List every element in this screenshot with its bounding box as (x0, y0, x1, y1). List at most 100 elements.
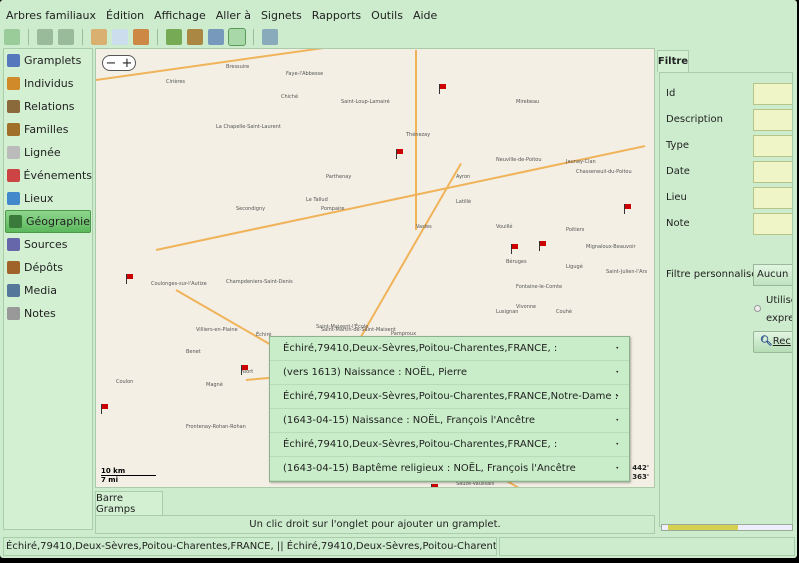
menu-4[interactable]: Signets (261, 9, 302, 22)
context-menu-item[interactable]: (vers 1613) Naissance : NOËL, Pierre (270, 361, 629, 385)
map-coords: 442' 363' (632, 464, 649, 481)
menu-3[interactable]: Aller à (216, 9, 251, 22)
event-marker[interactable] (241, 365, 249, 375)
map-town-label: Saint-Julien-l'Ars (606, 269, 648, 275)
gramplets-icon (7, 54, 20, 67)
menu-2[interactable]: Affichage (154, 9, 206, 22)
sidebar-item-8[interactable]: Sources (4, 233, 92, 256)
map-town-label: Cirières (166, 79, 186, 85)
map-town-label: Jaunay-Clan (566, 159, 596, 165)
merge-icon[interactable] (133, 29, 149, 45)
events-map-icon[interactable] (228, 28, 246, 46)
event-marker[interactable] (431, 484, 439, 487)
map-town-label: Couhé (556, 309, 572, 315)
sidebar-item-label: Media (24, 284, 58, 297)
events-icon (7, 169, 20, 182)
status-bar: Échiré,79410,Deux-Sèvres,Poitou-Charente… (3, 537, 497, 556)
sidebar-item-2[interactable]: Relations (4, 95, 92, 118)
sidebar-item-3[interactable]: Familles (4, 118, 92, 141)
config-icon[interactable] (262, 29, 278, 45)
pedigree-icon (7, 146, 20, 159)
event-marker[interactable] (624, 204, 632, 214)
filter-label-date: Date (666, 166, 690, 177)
zoom-out-button[interactable]: − (106, 57, 117, 70)
sidebar-item-label: Gramplets (24, 54, 82, 67)
tab-filtre[interactable]: Filtre (657, 50, 689, 72)
sidebar-item-label: Relations (24, 100, 75, 113)
menu-6[interactable]: Outils (371, 9, 403, 22)
filter-field-lieu[interactable] (753, 187, 792, 209)
context-menu-item[interactable]: (1643-04-15) Baptême religieux : NOËL, F… (270, 457, 629, 481)
custom-filter-label: Filtre personnalisé (666, 269, 758, 280)
sidebar-item-10[interactable]: Media (4, 279, 92, 302)
relations-icon (7, 100, 20, 113)
find-button[interactable]: 🔍︎Rec (753, 331, 792, 353)
menu-1[interactable]: Édition (106, 9, 144, 22)
sidebar-item-11[interactable]: Notes (4, 302, 92, 325)
person-icon (7, 77, 20, 90)
filter-field-date[interactable] (753, 161, 792, 183)
map-town-label: Latillé (456, 199, 472, 205)
map-town-label: Neuville-de-Poitou (496, 157, 542, 163)
sidebar-item-9[interactable]: Dépôts (4, 256, 92, 279)
map-town-label: Vivonne (516, 304, 537, 310)
menu-7[interactable]: Aide (413, 9, 437, 22)
sidebar-item-label: Géographie (25, 215, 90, 228)
sidebar-item-0[interactable]: Gramplets (4, 49, 92, 72)
filter-label-note: Note (666, 218, 690, 229)
edit-icon[interactable] (112, 29, 128, 45)
event-marker[interactable] (101, 404, 109, 414)
event-marker[interactable] (396, 149, 404, 159)
sidebar-item-6[interactable]: Lieux (4, 187, 92, 210)
zoom-in-button[interactable]: + (122, 57, 133, 70)
map-town-label: Poitiers (566, 227, 585, 233)
sidebar: Gramplets Individus Relations Familles Ligné… (3, 48, 93, 530)
menu-5[interactable]: Rapports (312, 9, 361, 22)
map-town-label: Faye-l'Abbesse (286, 71, 324, 77)
map-town-label: Vasles (416, 224, 432, 230)
context-menu-item[interactable]: Échiré,79410,Deux-Sèvres,Poitou-Charente… (270, 337, 629, 361)
context-menu-item[interactable]: Échiré,79410,Deux-Sèvres,Poitou-Charente… (270, 385, 629, 409)
sidebar-item-4[interactable]: Lignée (4, 141, 92, 164)
context-menu-item[interactable]: Échiré,79410,Deux-Sèvres,Poitou-Charente… (270, 433, 629, 457)
sidebar-item-1[interactable]: Individus (4, 72, 92, 95)
custom-filter-select[interactable]: Aucun (753, 264, 792, 286)
regex-label: Utilise (766, 295, 792, 306)
map-town-label: Secondigny (236, 206, 266, 212)
menu-0[interactable]: Arbres familiaux (6, 9, 96, 22)
zoom-control[interactable]: − + (102, 55, 136, 71)
horizontal-scrollbar[interactable] (661, 524, 793, 531)
places-map-icon[interactable] (208, 29, 224, 45)
clipboard-icon[interactable] (91, 29, 107, 45)
filter-field-id[interactable] (753, 83, 792, 105)
sidebar-item-label: Familles (24, 123, 69, 136)
map-town-label: Chiché (281, 94, 299, 100)
map-town-label: Mirebeau (516, 99, 540, 105)
sidebar-item-5[interactable]: Événements (4, 164, 92, 187)
person-map-icon[interactable] (166, 29, 182, 45)
context-menu-item[interactable]: (1643-04-15) Naissance : NOËL, François … (270, 409, 629, 433)
map-town-label: Saint-Loup-Lamairé (341, 99, 390, 105)
family-map-icon[interactable] (187, 29, 203, 45)
event-marker[interactable] (126, 274, 134, 284)
map-town-label: Coulonges-sur-l'Autize (151, 281, 207, 287)
tab-barre-gramps[interactable]: Barre Gramps (95, 491, 163, 515)
event-marker[interactable] (539, 241, 547, 251)
filter-field-description[interactable] (753, 109, 792, 131)
menubar: Arbres familiaux Édition Affichage Aller à S… (0, 4, 437, 26)
map-town-label: Ligugé (566, 264, 583, 270)
event-marker[interactable] (511, 244, 519, 254)
map-town-label: Béruges (506, 259, 527, 265)
forward-icon[interactable] (58, 29, 74, 45)
tree-icon[interactable] (4, 29, 20, 45)
sidebar-item-7[interactable]: Géographie (5, 210, 91, 233)
filter-field-note[interactable] (753, 213, 792, 235)
event-marker[interactable] (439, 84, 447, 94)
regex-checkbox[interactable] (754, 305, 761, 312)
toolbar-separator (28, 29, 29, 45)
map-scale: 10 km 7 mi (101, 467, 156, 484)
toolbar-separator (253, 29, 254, 45)
back-icon[interactable] (37, 29, 53, 45)
filter-field-type[interactable] (753, 135, 792, 157)
main-window: Arbres familiaux Édition Affichage Aller à S… (0, 0, 797, 558)
